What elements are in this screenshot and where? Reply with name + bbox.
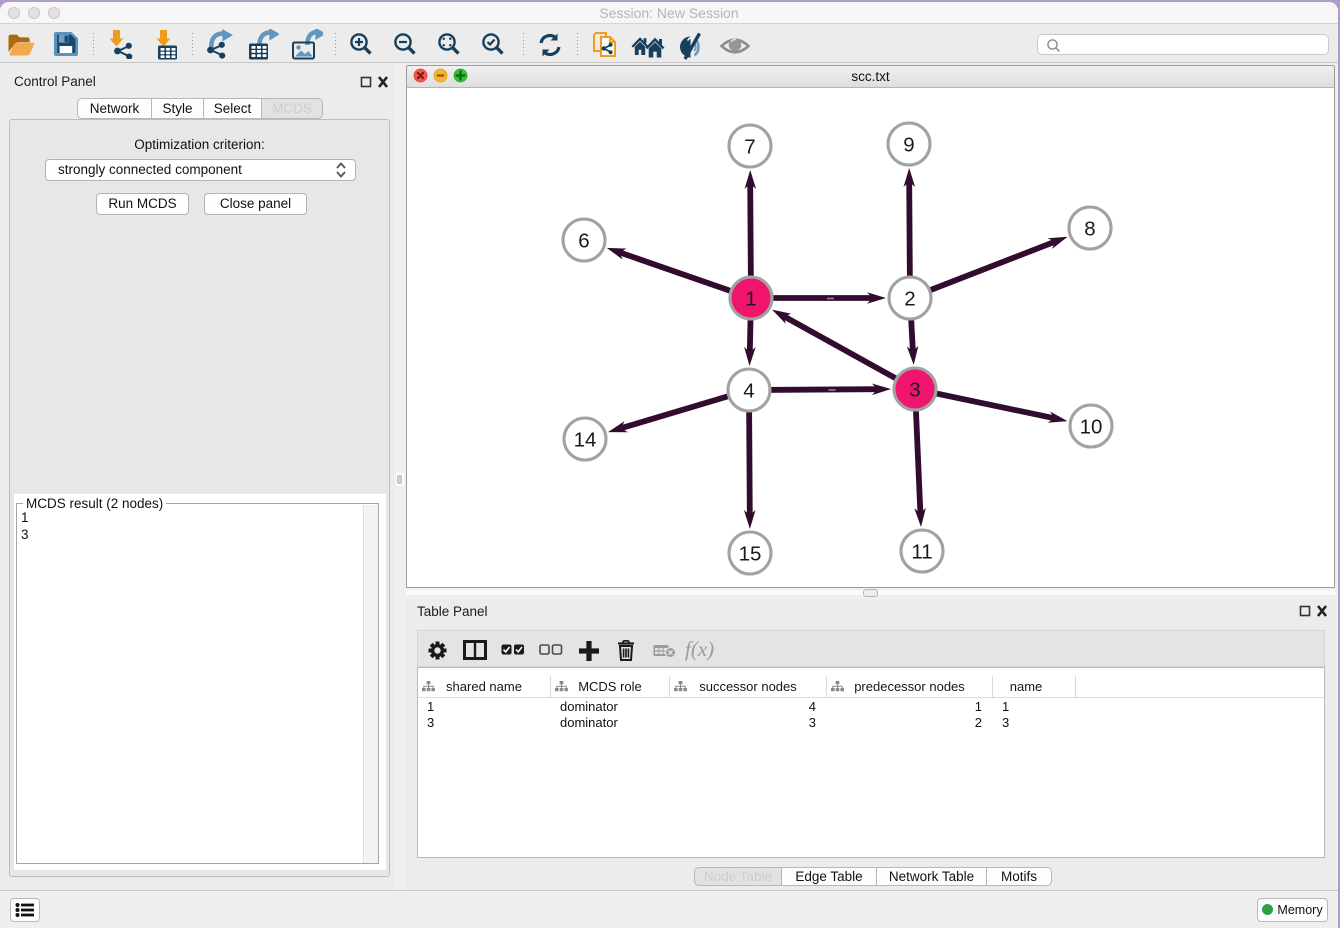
svg-text:3: 3 bbox=[909, 379, 920, 402]
svg-text:2: 2 bbox=[904, 288, 915, 311]
svg-text:15: 15 bbox=[739, 543, 762, 566]
svg-text:4: 4 bbox=[743, 380, 754, 403]
svg-text:1: 1 bbox=[745, 288, 756, 311]
svg-text:9: 9 bbox=[903, 134, 914, 157]
svg-text:11: 11 bbox=[911, 541, 932, 564]
svg-text:10: 10 bbox=[1080, 416, 1103, 439]
svg-text:8: 8 bbox=[1084, 218, 1095, 241]
svg-text:7: 7 bbox=[744, 136, 755, 159]
svg-text:14: 14 bbox=[574, 429, 597, 452]
svg-text:6: 6 bbox=[578, 230, 589, 253]
